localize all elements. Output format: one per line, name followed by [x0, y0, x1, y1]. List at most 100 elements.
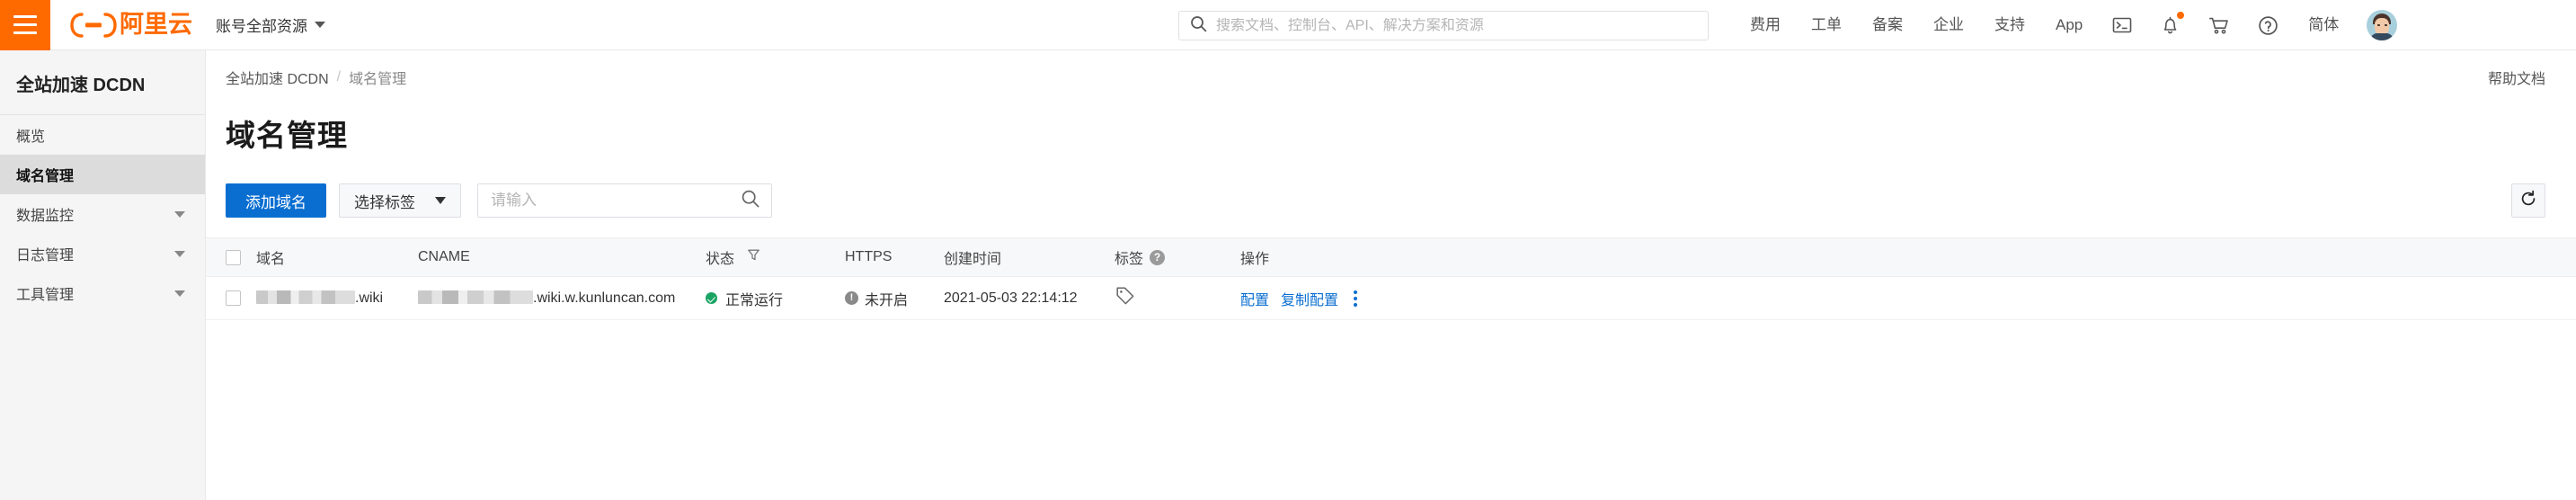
hamburger-line	[13, 31, 37, 34]
refresh-button[interactable]	[2511, 183, 2545, 218]
status-badge: 正常运行	[725, 292, 784, 308]
main-content: 全站加速 DCDN / 域名管理 帮助文档 域名管理 添加域名 选择标签 请输入…	[206, 50, 2576, 500]
help-circle-icon[interactable]: ?	[1150, 249, 1166, 265]
domain-table: 域名 CNAME 状态 HTTPS 创建时间 标签 ? 操作 .wiki .wi…	[206, 237, 2576, 320]
select-tag-label: 选择标签	[354, 193, 415, 211]
hamburger-line	[13, 23, 37, 26]
refresh-icon	[2519, 190, 2537, 212]
breadcrumb: 全站加速 DCDN / 域名管理	[226, 67, 406, 88]
avatar-body	[2370, 33, 2394, 40]
cell-tags[interactable]	[1115, 285, 1240, 311]
chevron-down-icon	[315, 22, 325, 28]
chevron-down-icon	[174, 250, 185, 257]
table-header-row: 域名 CNAME 状态 HTTPS 创建时间 标签 ? 操作	[206, 237, 2576, 277]
column-cname: CNAME	[418, 249, 470, 264]
chevron-down-icon	[435, 197, 446, 204]
select-all-checkbox-cell	[226, 249, 256, 265]
select-all-checkbox[interactable]	[226, 249, 241, 265]
sidebar-item-domain-management[interactable]: 域名管理	[0, 155, 205, 194]
cell-domain[interactable]: .wiki	[256, 290, 418, 307]
sidebar-item-label: 工具管理	[16, 288, 75, 303]
add-domain-button[interactable]: 添加域名	[226, 183, 326, 218]
breadcrumb-row: 全站加速 DCDN / 域名管理 帮助文档	[206, 50, 2576, 88]
redacted-cname-text	[418, 290, 533, 304]
kebab-dot	[1354, 296, 1358, 300]
global-search-input[interactable]	[1216, 17, 1697, 34]
cell-created-time: 2021-05-03 22:14:12	[944, 290, 1078, 306]
sidebar-title: 全站加速 DCDN	[0, 50, 205, 115]
nav-enterprise[interactable]: 企业	[1918, 0, 1979, 50]
account-resource-switcher[interactable]: 账号全部资源	[216, 13, 325, 36]
sidebar: 全站加速 DCDN 概览 域名管理 数据监控 日志管理 工具管理	[0, 50, 206, 500]
https-status: 未开启	[865, 292, 909, 308]
sidebar-item-tool-management[interactable]: 工具管理	[0, 273, 205, 313]
help-circle-icon[interactable]	[2243, 0, 2293, 50]
page-title: 域名管理	[226, 119, 348, 152]
help-doc-link[interactable]: 帮助文档	[2488, 67, 2545, 88]
action-copy-config[interactable]: 复制配置	[1281, 288, 1338, 309]
aliyun-logo[interactable]: 阿里云	[70, 12, 192, 39]
aliyun-logo-text: 阿里云	[120, 11, 192, 39]
tag-icon[interactable]	[1115, 285, 1136, 311]
toolbar: 添加域名 选择标签	[206, 155, 2576, 218]
cell-cname: .wiki.w.kunluncan.com	[418, 290, 706, 307]
sidebar-menu: 概览 域名管理 数据监控 日志管理 工具管理	[0, 115, 205, 313]
sidebar-item-label: 日志管理	[16, 248, 75, 263]
column-created-time: 创建时间	[944, 252, 1002, 267]
column-actions: 操作	[1240, 252, 1270, 267]
breadcrumb-current: 域名管理	[349, 72, 407, 87]
language-switcher[interactable]: 简体	[2293, 0, 2354, 50]
action-configure[interactable]: 配置	[1240, 288, 1269, 309]
global-search-box[interactable]	[1178, 11, 1709, 40]
search-icon	[1190, 15, 1207, 37]
sidebar-item-label: 概览	[16, 129, 46, 145]
domain-filter-input[interactable]	[491, 192, 741, 210]
chevron-down-icon	[174, 210, 185, 218]
nav-support[interactable]: 支持	[1979, 0, 2040, 50]
sidebar-item-data-monitoring[interactable]: 数据监控	[0, 194, 205, 234]
row-checkbox[interactable]	[226, 290, 241, 306]
nav-billing[interactable]: 费用	[1735, 0, 1796, 50]
sidebar-item-overview[interactable]: 概览	[0, 115, 205, 155]
notification-badge	[2177, 12, 2185, 19]
nav-app[interactable]: App	[2040, 0, 2098, 50]
sidebar-item-log-management[interactable]: 日志管理	[0, 234, 205, 273]
sidebar-item-label: 数据监控	[16, 209, 75, 224]
cell-actions: 配置 复制配置	[1240, 288, 2545, 309]
column-tags: 标签 ?	[1115, 246, 1240, 268]
filter-icon[interactable]	[747, 248, 760, 266]
hamburger-line	[13, 15, 37, 18]
bell-icon[interactable]	[2146, 0, 2194, 50]
sidebar-item-label: 域名管理	[16, 169, 75, 184]
domain-filter-box[interactable]	[477, 183, 772, 218]
cart-icon[interactable]	[2194, 0, 2243, 50]
column-https: HTTPS	[845, 249, 893, 264]
breadcrumb-root[interactable]: 全站加速 DCDN	[226, 67, 329, 88]
top-nav: 费用 工单 备案 企业 支持 App 简体	[1735, 0, 2413, 50]
nav-tickets[interactable]: 工单	[1796, 0, 1857, 50]
aliyun-mark-icon	[70, 12, 117, 39]
top-bar: 阿里云 账号全部资源 费用 工单 备案 企业 支持 App	[0, 0, 2576, 50]
status-ok-icon	[706, 292, 717, 304]
kebab-menu-icon[interactable]	[1354, 290, 1358, 307]
kebab-dot	[1354, 290, 1358, 294]
nav-icp[interactable]: 备案	[1857, 0, 1918, 50]
warning-icon: !	[845, 291, 858, 305]
kebab-dot	[1354, 302, 1358, 307]
table-row: .wiki .wiki.w.kunluncan.com 正常运行 ! 未开启 2…	[206, 277, 2576, 320]
column-status-label: 状态	[706, 252, 735, 267]
hamburger-menu-icon[interactable]	[0, 0, 50, 50]
user-avatar[interactable]	[2367, 10, 2398, 40]
column-status: 状态	[706, 246, 845, 268]
terminal-icon[interactable]	[2098, 0, 2146, 50]
cell-status: 正常运行	[706, 288, 845, 309]
select-tag-dropdown[interactable]: 选择标签	[339, 183, 461, 218]
search-icon[interactable]	[741, 189, 760, 213]
domain-suffix: .wiki	[355, 290, 384, 306]
cell-https: ! 未开启	[845, 288, 944, 309]
breadcrumb-separator: /	[336, 69, 342, 85]
account-switcher-label: 账号全部资源	[216, 18, 307, 35]
page-layout: 全站加速 DCDN 概览 域名管理 数据监控 日志管理 工具管理 全站加速 DC…	[0, 50, 2576, 500]
column-tags-label: 标签	[1115, 252, 1144, 267]
cname-suffix: .wiki.w.kunluncan.com	[533, 290, 676, 306]
